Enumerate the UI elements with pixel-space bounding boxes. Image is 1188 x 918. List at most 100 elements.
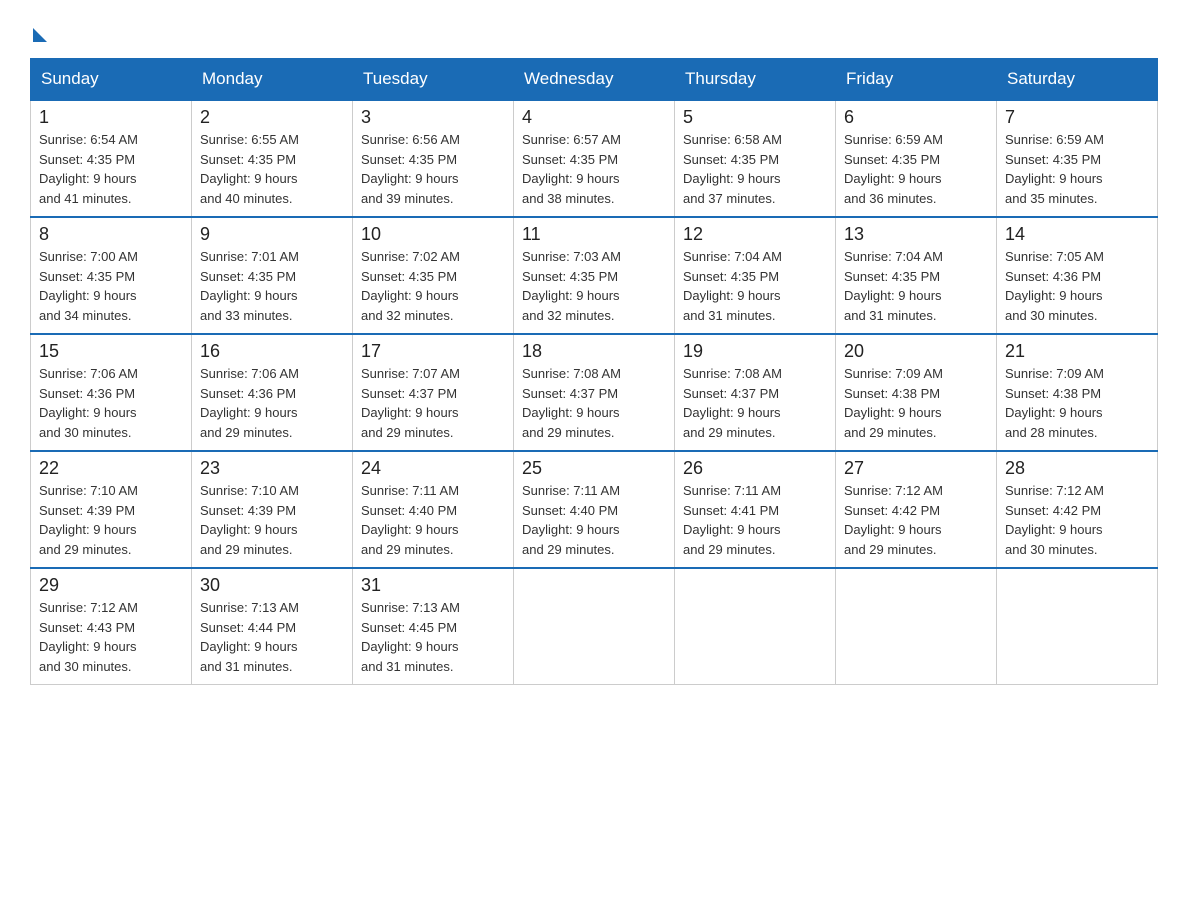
header-monday: Monday — [192, 59, 353, 101]
day-info-28: Sunrise: 7:12 AMSunset: 4:42 PMDaylight:… — [1005, 481, 1149, 559]
day-number-17: 17 — [361, 341, 505, 362]
day-cell-29: 29Sunrise: 7:12 AMSunset: 4:43 PMDayligh… — [31, 568, 192, 685]
day-number-30: 30 — [200, 575, 344, 596]
day-info-14: Sunrise: 7:05 AMSunset: 4:36 PMDaylight:… — [1005, 247, 1149, 325]
day-number-2: 2 — [200, 107, 344, 128]
day-cell-19: 19Sunrise: 7:08 AMSunset: 4:37 PMDayligh… — [675, 334, 836, 451]
day-cell-18: 18Sunrise: 7:08 AMSunset: 4:37 PMDayligh… — [514, 334, 675, 451]
header-sunday: Sunday — [31, 59, 192, 101]
day-number-28: 28 — [1005, 458, 1149, 479]
day-info-22: Sunrise: 7:10 AMSunset: 4:39 PMDaylight:… — [39, 481, 183, 559]
day-number-27: 27 — [844, 458, 988, 479]
day-info-4: Sunrise: 6:57 AMSunset: 4:35 PMDaylight:… — [522, 130, 666, 208]
day-number-1: 1 — [39, 107, 183, 128]
day-number-19: 19 — [683, 341, 827, 362]
day-cell-23: 23Sunrise: 7:10 AMSunset: 4:39 PMDayligh… — [192, 451, 353, 568]
week-row-3: 15 Sunrise: 7:06 AMSunset: 4:36 PMDayligh… — [31, 334, 1158, 451]
header-friday: Friday — [836, 59, 997, 101]
day-cell-7: 7Sunrise: 6:59 AMSunset: 4:35 PMDaylight… — [997, 100, 1158, 217]
day-info-10: Sunrise: 7:02 AMSunset: 4:35 PMDaylight:… — [361, 247, 505, 325]
day-cell-6: 6Sunrise: 6:59 AMSunset: 4:35 PMDaylight… — [836, 100, 997, 217]
week-row-5: 29Sunrise: 7:12 AMSunset: 4:43 PMDayligh… — [31, 568, 1158, 685]
day-cell-14: 14Sunrise: 7:05 AMSunset: 4:36 PMDayligh… — [997, 217, 1158, 334]
day-cell-16: 16Sunrise: 7:06 AMSunset: 4:36 PMDayligh… — [192, 334, 353, 451]
day-cell-15: 15Sunrise: 7:06 AMSunset: 4:36 PMDayligh… — [31, 334, 192, 451]
header-saturday: Saturday — [997, 59, 1158, 101]
day-info-23: Sunrise: 7:10 AMSunset: 4:39 PMDaylight:… — [200, 481, 344, 559]
day-cell-9: 9Sunrise: 7:01 AMSunset: 4:35 PMDaylight… — [192, 217, 353, 334]
day-info-30: Sunrise: 7:13 AMSunset: 4:44 PMDaylight:… — [200, 598, 344, 676]
day-number-7: 7 — [1005, 107, 1149, 128]
day-info-20: Sunrise: 7:09 AMSunset: 4:38 PMDaylight:… — [844, 364, 988, 442]
day-cell-22: 22Sunrise: 7:10 AMSunset: 4:39 PMDayligh… — [31, 451, 192, 568]
empty-cell — [514, 568, 675, 685]
day-cell-4: 4Sunrise: 6:57 AMSunset: 4:35 PMDaylight… — [514, 100, 675, 217]
day-info-9: Sunrise: 7:01 AMSunset: 4:35 PMDaylight:… — [200, 247, 344, 325]
day-number-24: 24 — [361, 458, 505, 479]
empty-cell — [836, 568, 997, 685]
day-info-13: Sunrise: 7:04 AMSunset: 4:35 PMDaylight:… — [844, 247, 988, 325]
day-number-26: 26 — [683, 458, 827, 479]
day-cell-25: 25Sunrise: 7:11 AMSunset: 4:40 PMDayligh… — [514, 451, 675, 568]
day-info-29: Sunrise: 7:12 AMSunset: 4:43 PMDaylight:… — [39, 598, 183, 676]
day-info-19: Sunrise: 7:08 AMSunset: 4:37 PMDaylight:… — [683, 364, 827, 442]
empty-cell — [675, 568, 836, 685]
day-cell-13: 13Sunrise: 7:04 AMSunset: 4:35 PMDayligh… — [836, 217, 997, 334]
day-info-1: Sunrise: 6:54 AMSunset: 4:35 PMDaylight:… — [39, 130, 183, 208]
day-cell-31: 31Sunrise: 7:13 AMSunset: 4:45 PMDayligh… — [353, 568, 514, 685]
day-number-11: 11 — [522, 224, 666, 245]
day-number-31: 31 — [361, 575, 505, 596]
day-number-25: 25 — [522, 458, 666, 479]
day-cell-10: 10Sunrise: 7:02 AMSunset: 4:35 PMDayligh… — [353, 217, 514, 334]
day-number-15: 15 — [39, 341, 183, 362]
day-number-5: 5 — [683, 107, 827, 128]
day-number-22: 22 — [39, 458, 183, 479]
calendar-header-row: SundayMondayTuesdayWednesdayThursdayFrid… — [31, 59, 1158, 101]
day-info-5: Sunrise: 6:58 AMSunset: 4:35 PMDaylight:… — [683, 130, 827, 208]
day-cell-8: 8Sunrise: 7:00 AMSunset: 4:35 PMDaylight… — [31, 217, 192, 334]
day-info-21: Sunrise: 7:09 AMSunset: 4:38 PMDaylight:… — [1005, 364, 1149, 442]
day-number-13: 13 — [844, 224, 988, 245]
day-number-10: 10 — [361, 224, 505, 245]
day-number-21: 21 — [1005, 341, 1149, 362]
day-info-27: Sunrise: 7:12 AMSunset: 4:42 PMDaylight:… — [844, 481, 988, 559]
day-number-9: 9 — [200, 224, 344, 245]
day-cell-2: 2Sunrise: 6:55 AMSunset: 4:35 PMDaylight… — [192, 100, 353, 217]
day-number-23: 23 — [200, 458, 344, 479]
day-number-4: 4 — [522, 107, 666, 128]
day-number-3: 3 — [361, 107, 505, 128]
day-info-2: Sunrise: 6:55 AMSunset: 4:35 PMDaylight:… — [200, 130, 344, 208]
day-info-16: Sunrise: 7:06 AMSunset: 4:36 PMDaylight:… — [200, 364, 344, 442]
day-number-18: 18 — [522, 341, 666, 362]
logo — [30, 20, 47, 38]
day-info-18: Sunrise: 7:08 AMSunset: 4:37 PMDaylight:… — [522, 364, 666, 442]
header-thursday: Thursday — [675, 59, 836, 101]
empty-cell — [997, 568, 1158, 685]
day-info-7: Sunrise: 6:59 AMSunset: 4:35 PMDaylight:… — [1005, 130, 1149, 208]
day-cell-24: 24Sunrise: 7:11 AMSunset: 4:40 PMDayligh… — [353, 451, 514, 568]
week-row-1: 1Sunrise: 6:54 AMSunset: 4:35 PMDaylight… — [31, 100, 1158, 217]
day-info-25: Sunrise: 7:11 AMSunset: 4:40 PMDaylight:… — [522, 481, 666, 559]
day-info-11: Sunrise: 7:03 AMSunset: 4:35 PMDaylight:… — [522, 247, 666, 325]
day-cell-30: 30Sunrise: 7:13 AMSunset: 4:44 PMDayligh… — [192, 568, 353, 685]
day-number-14: 14 — [1005, 224, 1149, 245]
day-info-17: Sunrise: 7:07 AMSunset: 4:37 PMDaylight:… — [361, 364, 505, 442]
day-number-6: 6 — [844, 107, 988, 128]
day-number-20: 20 — [844, 341, 988, 362]
day-info-26: Sunrise: 7:11 AMSunset: 4:41 PMDaylight:… — [683, 481, 827, 559]
day-number-12: 12 — [683, 224, 827, 245]
week-row-2: 8Sunrise: 7:00 AMSunset: 4:35 PMDaylight… — [31, 217, 1158, 334]
day-number-16: 16 — [200, 341, 344, 362]
calendar-table: SundayMondayTuesdayWednesdayThursdayFrid… — [30, 58, 1158, 685]
day-cell-17: 17Sunrise: 7:07 AMSunset: 4:37 PMDayligh… — [353, 334, 514, 451]
logo-arrow-icon — [33, 28, 47, 42]
day-number-8: 8 — [39, 224, 183, 245]
day-info-24: Sunrise: 7:11 AMSunset: 4:40 PMDaylight:… — [361, 481, 505, 559]
day-cell-3: 3Sunrise: 6:56 AMSunset: 4:35 PMDaylight… — [353, 100, 514, 217]
day-info-12: Sunrise: 7:04 AMSunset: 4:35 PMDaylight:… — [683, 247, 827, 325]
day-cell-21: 21Sunrise: 7:09 AMSunset: 4:38 PMDayligh… — [997, 334, 1158, 451]
day-cell-28: 28Sunrise: 7:12 AMSunset: 4:42 PMDayligh… — [997, 451, 1158, 568]
day-cell-12: 12Sunrise: 7:04 AMSunset: 4:35 PMDayligh… — [675, 217, 836, 334]
day-cell-1: 1Sunrise: 6:54 AMSunset: 4:35 PMDaylight… — [31, 100, 192, 217]
day-cell-11: 11Sunrise: 7:03 AMSunset: 4:35 PMDayligh… — [514, 217, 675, 334]
